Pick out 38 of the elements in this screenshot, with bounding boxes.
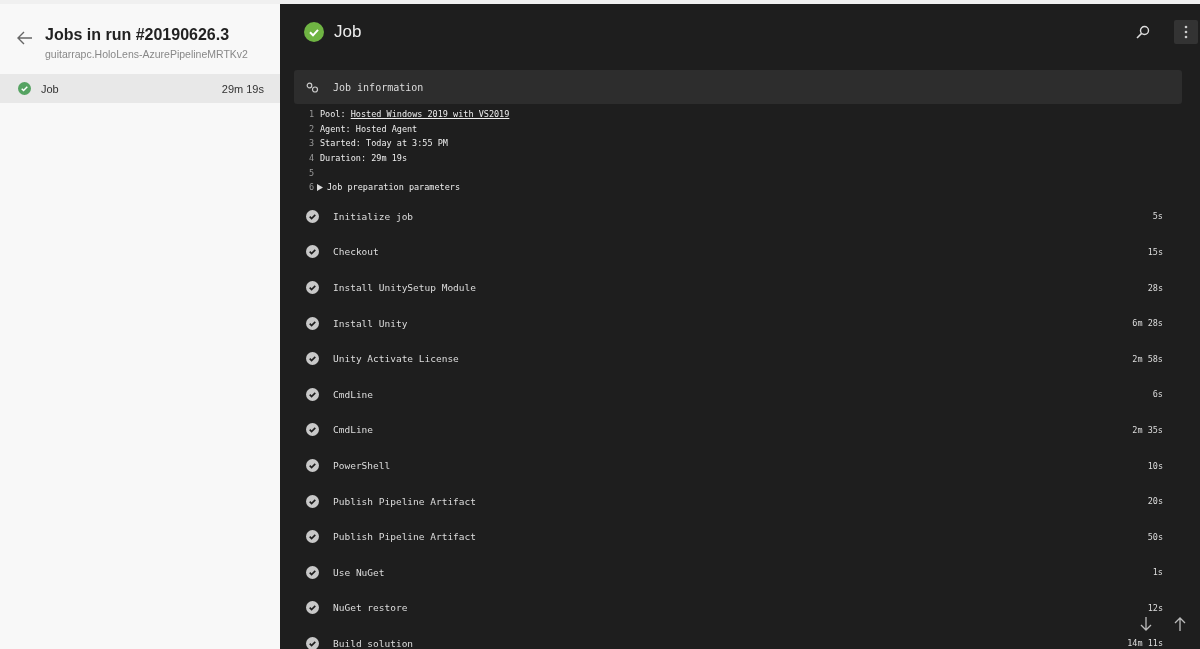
log-text: Agent: Hosted Agent bbox=[320, 123, 418, 134]
step-row[interactable]: Use NuGet 1s bbox=[294, 554, 1182, 591]
expand-triangle-icon[interactable] bbox=[317, 183, 323, 191]
step-row[interactable]: Install Unity 6m 28s bbox=[294, 305, 1182, 341]
step-row[interactable]: CmdLine 6s bbox=[294, 376, 1182, 413]
step-row[interactable]: CmdLine 2m 35s bbox=[294, 412, 1182, 448]
pool-link[interactable]: Hosted Windows 2019 with VS2019 bbox=[350, 109, 510, 120]
step-row[interactable]: Build solution 14m 11s bbox=[294, 625, 1182, 649]
line-number: 4 bbox=[307, 153, 315, 164]
page-title: Jobs in run #20190626.3 bbox=[45, 26, 231, 44]
log-text: Started: Today at 3:55 PM bbox=[320, 138, 448, 149]
line-number: 2 bbox=[307, 123, 315, 134]
step-row[interactable]: PowerShell 10s bbox=[294, 447, 1182, 484]
back-arrow-icon[interactable] bbox=[17, 31, 33, 45]
log-text: Job preparation parameters bbox=[327, 182, 461, 193]
more-options-button[interactable] bbox=[1174, 20, 1198, 44]
scroll-down-arrow-icon[interactable] bbox=[1140, 617, 1152, 631]
step-row[interactable]: Install UnitySetup Module 28s bbox=[294, 269, 1182, 306]
search-icon[interactable] bbox=[1136, 25, 1150, 39]
step-row[interactable]: Checkout 15s bbox=[294, 234, 1182, 270]
gears-icon bbox=[306, 81, 319, 93]
vertical-dots-icon bbox=[1184, 25, 1188, 39]
line-number: 3 bbox=[307, 138, 315, 149]
step-row[interactable]: Publish Pipeline Artifact 50s bbox=[294, 518, 1182, 555]
job-information-header[interactable]: Job information bbox=[294, 70, 1182, 104]
step-row[interactable]: NuGet restore 12s bbox=[294, 590, 1182, 626]
log-text: Duration: 29m 19s bbox=[320, 153, 407, 164]
job-title: Job bbox=[334, 22, 362, 42]
line-number: 5 bbox=[307, 167, 315, 178]
line-number: 1 bbox=[307, 109, 315, 120]
job-list-item[interactable]: Job 29m 19s bbox=[0, 74, 280, 103]
step-row[interactable]: Unity Activate License 2m 58s bbox=[294, 340, 1182, 377]
pipeline-name: guitarrapc.HoloLens-AzurePipelineMRTKv2 bbox=[45, 48, 248, 60]
step-row[interactable]: Initialize job 5s bbox=[294, 198, 1182, 235]
scroll-up-arrow-icon[interactable] bbox=[1174, 617, 1186, 631]
log-text: Pool: Hosted Windows 2019 with VS2019 bbox=[320, 109, 510, 120]
line-number: 6 bbox=[307, 182, 315, 193]
step-row[interactable]: Publish Pipeline Artifact 20s bbox=[294, 483, 1182, 519]
